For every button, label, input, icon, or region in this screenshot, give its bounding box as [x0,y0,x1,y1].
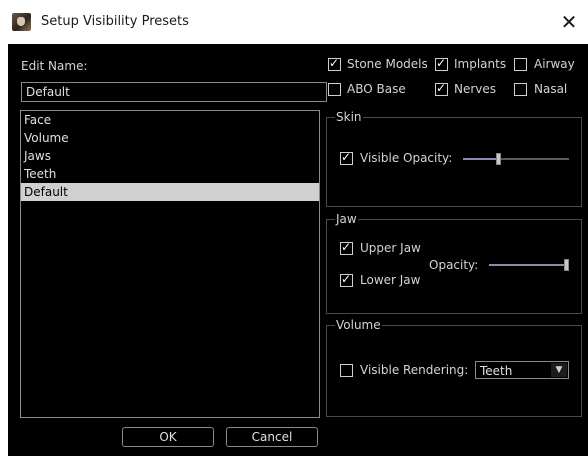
close-icon[interactable]: ✕ [558,11,580,33]
upper-jaw-checkbox[interactable] [340,240,353,255]
title-bar: Setup Visibility Presets ✕ [0,0,588,44]
edit-name-input[interactable]: Default [21,82,327,102]
jaw-group-title: Jaw [335,212,358,226]
jaw-opacity-slider[interactable] [489,259,569,271]
volume-group-title: Volume [335,318,382,332]
skin-opacity-slider[interactable] [463,153,569,165]
volume-visible-label: Visible [360,363,400,377]
edit-name-label: Edit Name: [21,59,88,73]
list-item[interactable]: Teeth [21,165,319,183]
preset-list[interactable]: Face Volume Jaws Teeth Default [20,110,320,418]
cancel-button[interactable]: Cancel [226,427,318,447]
airway-checkbox[interactable] [514,58,527,71]
window-title: Setup Visibility Presets [41,14,189,29]
list-item[interactable]: Face [21,111,319,129]
skin-opacity-label: Opacity: [403,151,453,165]
abo-base-checkbox[interactable] [328,83,341,96]
nasal-label: Nasal [534,82,568,96]
airway-label: Airway [534,57,575,71]
skin-group: Skin Visible Opacity: [326,110,582,207]
volume-group: Volume Visible Rendering: Teeth ▼ [326,318,582,417]
rendering-select-value: Teeth [480,364,513,378]
volume-visible-checkbox[interactable] [340,364,353,377]
implants-label: Implants [454,57,507,71]
nasal-checkbox[interactable] [514,83,527,96]
list-item[interactable]: Volume [21,129,319,147]
rendering-select[interactable]: Teeth ▼ [475,361,569,379]
slider-thumb[interactable] [564,259,569,271]
chevron-down-icon[interactable]: ▼ [551,363,567,377]
implants-checkbox[interactable] [435,56,448,71]
abo-base-label: ABO Base [347,82,406,96]
jaw-opacity-label: Opacity: [429,258,479,272]
stone-models-checkbox[interactable] [328,56,341,71]
dialog-body: Edit Name: Default Face Volume Jaws Teet… [8,44,588,456]
skin-visible-label: Visible [360,151,400,165]
skin-visible-checkbox[interactable] [340,150,353,165]
slider-fill [489,264,564,266]
list-item[interactable]: Jaws [21,147,319,165]
rendering-label: Rendering: [403,363,469,377]
ok-button[interactable]: OK [122,427,214,447]
list-item-selected[interactable]: Default [21,183,319,201]
nerves-label: Nerves [454,82,497,96]
app-skull-icon [12,13,31,31]
lower-jaw-checkbox[interactable] [340,272,353,287]
slider-fill [463,158,496,160]
lower-jaw-label: Lower Jaw [360,273,421,287]
slider-thumb[interactable] [496,153,501,165]
skin-group-title: Skin [335,110,363,124]
stone-models-label: Stone Models [347,57,428,71]
jaw-group: Jaw Upper Jaw Lower Jaw Opacity: [326,212,582,314]
nerves-checkbox[interactable] [435,81,448,96]
upper-jaw-label: Upper Jaw [360,241,421,255]
